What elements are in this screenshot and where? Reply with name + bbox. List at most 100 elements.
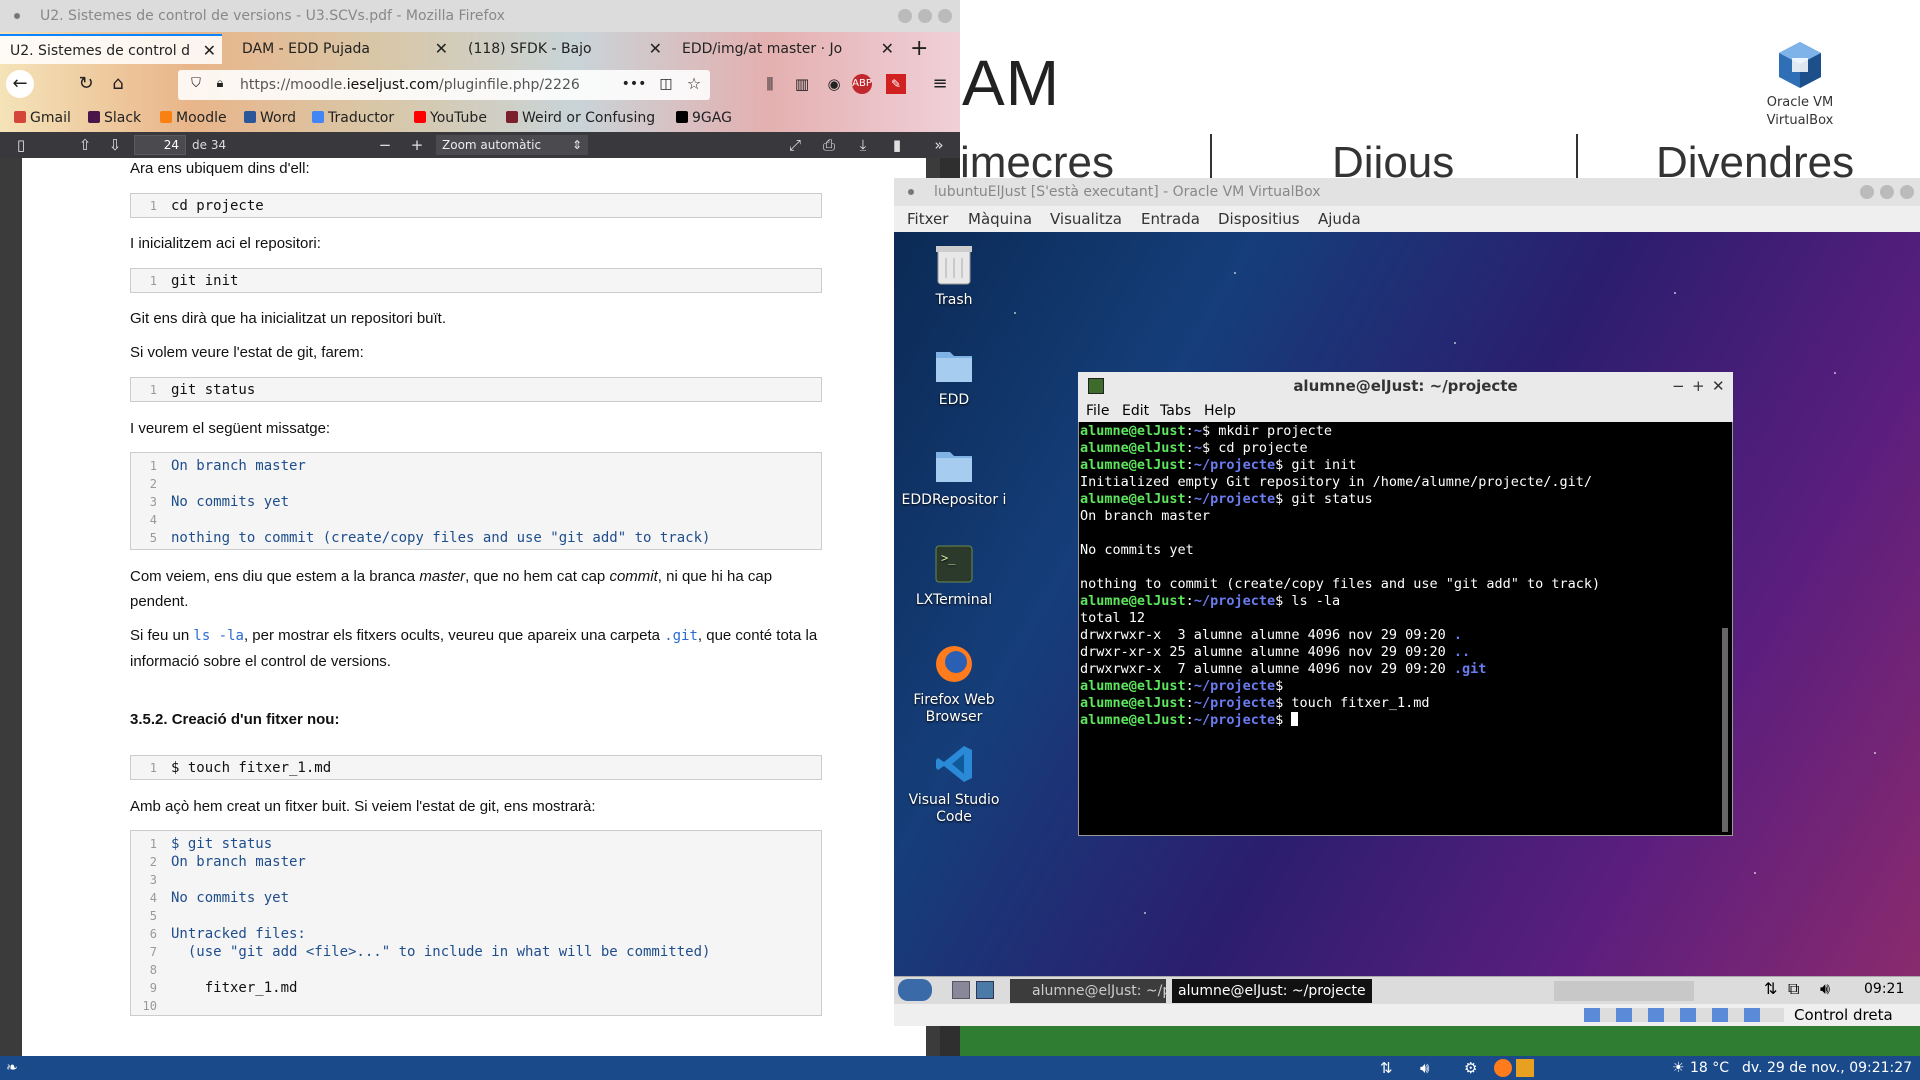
taskbar-terminal-item[interactable]: alumne@elJust: ~/pr (1010, 979, 1166, 1003)
bookmark-youtube[interactable]: YouTube (414, 104, 487, 132)
page-actions-button[interactable]: ••• (620, 70, 648, 98)
minimize-button[interactable] (1860, 185, 1874, 199)
bookmark-traductor[interactable]: Traductor (312, 104, 394, 132)
print-icon[interactable]: ⎙ (818, 135, 840, 155)
temperature[interactable]: 18 °C (1690, 1056, 1729, 1080)
lock-icon[interactable]: 🔒︎ (206, 70, 234, 98)
menu-edit[interactable]: Edit (1122, 400, 1149, 422)
close-icon[interactable]: ✕ (881, 34, 894, 64)
firefox-tray-icon[interactable] (1494, 1059, 1512, 1077)
slack-icon (88, 111, 100, 123)
new-tab-button[interactable]: + (904, 34, 934, 64)
bookmark-slack[interactable]: Slack (88, 104, 141, 132)
zoom-in-icon[interactable]: + (406, 135, 428, 155)
more-tools-icon[interactable]: » (928, 135, 950, 155)
bookmark-word[interactable]: Word (244, 104, 296, 132)
bookmark-star-icon[interactable]: ☆ (680, 70, 708, 98)
workspace-switcher[interactable] (1554, 981, 1694, 1001)
close-icon[interactable]: ✕ (649, 34, 662, 64)
menu-maquina[interactable]: Màquina (968, 206, 1032, 232)
menu-dispositius[interactable]: Dispositius (1218, 206, 1300, 232)
bookmark-9gag[interactable]: 9GAG (676, 104, 732, 132)
pocket-icon[interactable]: ◫ (652, 70, 680, 98)
maximize-button[interactable] (918, 9, 932, 23)
account-icon[interactable]: ◉ (820, 70, 848, 98)
tab-dam[interactable]: DAM - EDD Pujada ✕ (232, 34, 454, 64)
file-manager-icon[interactable] (952, 981, 970, 999)
sidebar-icon[interactable]: ▥ (788, 70, 816, 98)
desktop-icon-virtualbox[interactable]: Oracle VM VirtualBox (1764, 40, 1836, 130)
tab-pdf[interactable]: U2. Sistemes de control d ✕ (0, 34, 222, 64)
network-icon[interactable]: ⇅ (1380, 1056, 1393, 1080)
presentation-mode-icon[interactable]: ⤢ (784, 135, 806, 155)
desktop-icon-eddrepositori[interactable]: EDDRepositor i (899, 442, 1009, 509)
display-icon[interactable]: ⧉ (1788, 979, 1799, 999)
page-number-input[interactable]: 24 (134, 135, 186, 155)
host-clock[interactable]: dv. 29 de nov., 09:21:27 (1742, 1056, 1912, 1080)
hamburger-menu-icon[interactable]: ≡ (926, 70, 954, 98)
desktop-icon-trash[interactable]: Trash (899, 242, 1009, 309)
reload-button[interactable]: ↻ (72, 70, 100, 98)
menu-ajuda[interactable]: Ajuda (1318, 206, 1361, 232)
bookmark-weird[interactable]: Weird or Confusing (506, 104, 655, 132)
tab-youtube[interactable]: (118) SFDK - Bajo ✕ (458, 34, 668, 64)
download-icon[interactable]: ⤓ (852, 135, 874, 155)
firefox-icon (932, 642, 976, 686)
pdf-paragraph: Amb açò hem creat un fitxer buit. Si vei… (130, 798, 596, 815)
bookmark-gmail[interactable]: Gmail (14, 104, 71, 132)
menu-file[interactable]: File (1086, 400, 1109, 422)
network-icon[interactable]: ⇅ (1764, 979, 1777, 998)
menu-entrada[interactable]: Entrada (1141, 206, 1200, 232)
extension-icon[interactable]: ✎ (886, 74, 906, 94)
desktop-icon-vscode[interactable]: Visual Studio Code (899, 742, 1009, 826)
show-desktop-icon[interactable] (976, 981, 994, 999)
toggle-sidebar-icon[interactable]: ▯ (10, 135, 32, 155)
home-button[interactable]: ⌂ (104, 70, 132, 98)
guest-clock[interactable]: 09:21 (1864, 981, 1904, 997)
next-page-icon[interactable]: ⇩ (104, 135, 126, 155)
bookmark-icon[interactable]: ▮ (886, 135, 908, 155)
weather-icon[interactable]: ☀ (1672, 1056, 1685, 1080)
start-menu-icon[interactable]: ❧ (6, 1056, 18, 1080)
desktop-icon-edd[interactable]: EDD (899, 342, 1009, 409)
desktop-icon-lxterminal[interactable]: >_ LXTerminal (899, 542, 1009, 609)
adblock-icon[interactable]: ABP (852, 74, 872, 94)
back-button[interactable]: ← (6, 70, 34, 98)
menu-fitxer[interactable]: Fitxer (907, 206, 948, 232)
start-menu-button[interactable] (898, 979, 932, 1001)
library-icon[interactable]: ⫼ (756, 70, 784, 98)
maximize-button[interactable]: + (1692, 372, 1705, 400)
volume-icon[interactable]: 🔊︎ (1820, 979, 1830, 999)
close-button[interactable]: ✕ (1712, 372, 1725, 400)
tab-github[interactable]: EDD/img/at master · Jo ✕ (672, 34, 900, 64)
previous-page-icon[interactable]: ⇧ (74, 135, 96, 155)
zoom-select[interactable]: Zoom automàtic ⇕ (436, 135, 588, 155)
close-button[interactable] (938, 9, 952, 23)
window-menu-icon[interactable] (908, 189, 914, 195)
app-tray-icon[interactable] (1516, 1059, 1534, 1077)
menu-help[interactable]: Help (1204, 400, 1236, 422)
maximize-button[interactable] (1880, 185, 1894, 199)
close-icon[interactable]: ✕ (435, 34, 448, 64)
menu-visualitza[interactable]: Visualitza (1050, 206, 1122, 232)
terminal-output[interactable]: alumne@elJust:~$ mkdir projecte alumne@el… (1080, 423, 1720, 833)
terminal-titlebar[interactable]: alumne@elJust: ~/projecte − + ✕ (1078, 372, 1733, 400)
virtualbox-titlebar[interactable]: lubuntuElJust [S'està executant] - Oracl… (894, 178, 1920, 206)
vscode-icon (932, 742, 976, 786)
close-button[interactable] (1900, 185, 1914, 199)
zoom-out-icon[interactable]: − (374, 135, 396, 155)
volume-icon[interactable]: 🔊︎ (1420, 1056, 1429, 1080)
minimize-button[interactable] (898, 9, 912, 23)
device-status-icons[interactable] (1584, 1008, 1784, 1022)
menu-tabs[interactable]: Tabs (1160, 400, 1191, 422)
terminal-menubar: File Edit Tabs Help (1078, 400, 1733, 422)
close-icon[interactable]: ✕ (203, 36, 216, 64)
settings-icon[interactable]: ⚙ (1464, 1056, 1477, 1080)
bookmark-moodle[interactable]: Moodle (160, 104, 227, 132)
desktop-icon-firefox[interactable]: Firefox Web Browser (899, 642, 1009, 726)
terminal-scrollbar[interactable] (1722, 628, 1728, 832)
firefox-titlebar[interactable]: U2. Sistemes de control de versions - U3… (0, 0, 960, 32)
window-menu-icon[interactable] (14, 13, 20, 19)
minimize-button[interactable]: − (1672, 372, 1685, 400)
terminal-line: alumne@elJust:~/projecte$ (1080, 712, 1720, 729)
